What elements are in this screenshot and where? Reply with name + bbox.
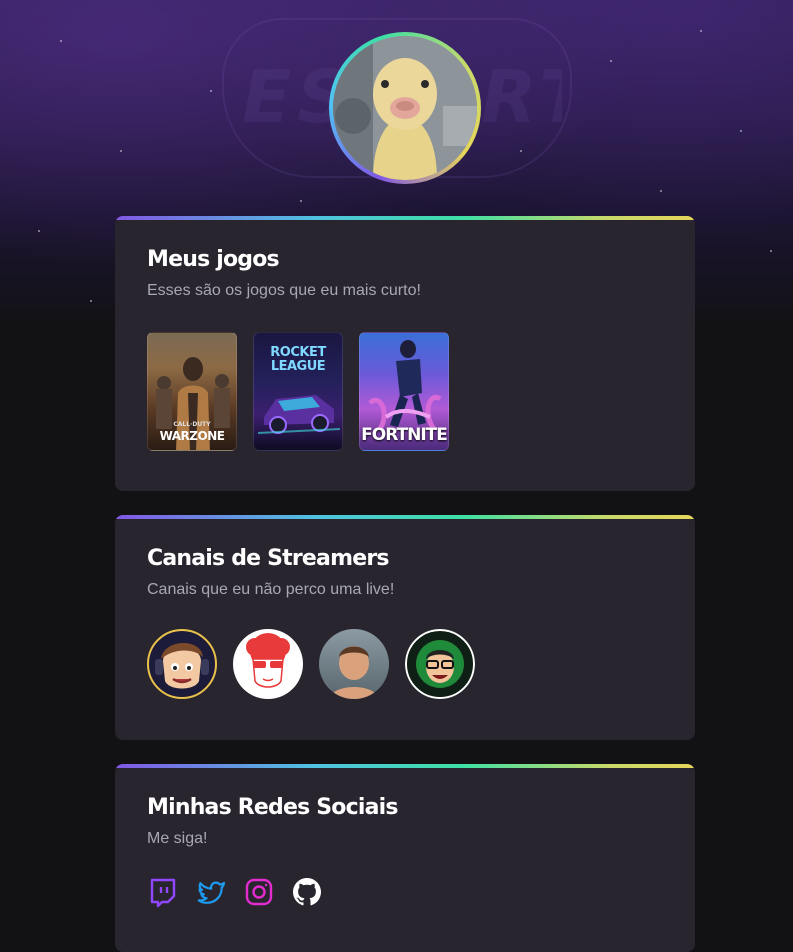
games-list: CALL·DUTY WARZONE ROCKET LEAGUE FORTNITE: [147, 332, 663, 451]
warzone-logo: WARZONE: [159, 429, 225, 443]
games-card-title: Meus jogos: [147, 247, 280, 272]
streamer-avatar-casimiro[interactable]: [405, 629, 475, 699]
casimiro-badge-icon: [405, 629, 475, 699]
streamers-card: Canais de Streamers Canais que eu não pe…: [115, 515, 695, 740]
streamers-card-title: Canais de Streamers: [147, 546, 390, 571]
socials-card: Minhas Redes Sociais Me siga!: [115, 764, 695, 952]
rocket-league-car-icon: [257, 395, 341, 434]
streamer-avatar-2[interactable]: [233, 629, 303, 699]
socials-list: [147, 876, 663, 908]
streamers-list: [147, 629, 663, 699]
streamer-avatar-1[interactable]: [147, 629, 217, 699]
games-card: Meus jogos Esses são os jogos que eu mai…: [115, 216, 695, 491]
game-rocket-league[interactable]: ROCKET LEAGUE: [253, 332, 343, 451]
game-warzone[interactable]: CALL·DUTY WARZONE: [147, 332, 237, 451]
fortnite-logo: FORTNITE: [361, 425, 448, 445]
red-hair-cartoon-icon: [246, 633, 290, 688]
cartoon-face-icon: [155, 642, 209, 689]
socials-card-title: Minhas Redes Sociais: [147, 795, 398, 820]
twitter-icon[interactable]: [195, 876, 227, 908]
socials-card-subtitle: Me siga!: [147, 830, 208, 847]
streamer-avatar-3[interactable]: [319, 629, 389, 699]
games-card-subtitle: Esses são os jogos que eu mais curto!: [147, 282, 421, 299]
twitch-icon[interactable]: [147, 876, 179, 908]
profile-avatar-ring: [329, 32, 481, 184]
instagram-icon[interactable]: [243, 876, 275, 908]
streamers-card-subtitle: Canais que eu não perco uma live!: [147, 581, 395, 598]
duck-photo-icon: [333, 36, 477, 180]
profile-avatar: [333, 36, 477, 180]
person-photo-icon: [329, 646, 379, 699]
github-icon[interactable]: [291, 876, 323, 908]
game-fortnite[interactable]: FORTNITE: [359, 332, 449, 451]
warzone-logo-top: CALL·DUTY: [173, 421, 211, 428]
